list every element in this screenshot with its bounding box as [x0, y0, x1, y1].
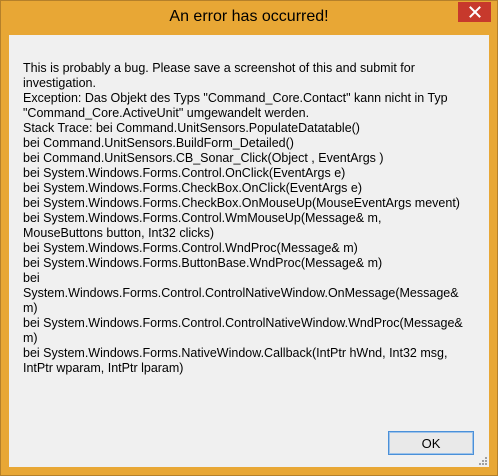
- ok-button[interactable]: OK: [388, 431, 474, 455]
- error-dialog-window: An error has occurred! This is probably …: [0, 0, 498, 476]
- message-line: bei System.Windows.Forms.ButtonBase.WndP…: [23, 256, 383, 270]
- message-line: bei System.Windows.Forms.Control.Control…: [23, 271, 459, 315]
- resize-grip-icon[interactable]: [478, 456, 488, 466]
- message-line: bei System.Windows.Forms.CheckBox.OnMous…: [23, 196, 460, 210]
- message-line: bei Command.UnitSensors.BuildForm_Detail…: [23, 136, 294, 150]
- message-line: bei Command.UnitSensors.CB_Sonar_Click(O…: [23, 151, 384, 165]
- message-line: bei System.Windows.Forms.CheckBox.OnClic…: [23, 181, 362, 195]
- message-line: bei System.Windows.Forms.Control.WmMouse…: [23, 211, 382, 240]
- message-line: Exception: Das Objekt des Typs "Command_…: [23, 91, 448, 120]
- message-line: bei System.Windows.Forms.Control.Control…: [23, 316, 463, 345]
- message-line: This is probably a bug. Please save a sc…: [23, 61, 415, 90]
- message-line: bei System.Windows.Forms.Control.OnClick…: [23, 166, 346, 180]
- error-message: This is probably a bug. Please save a sc…: [23, 61, 463, 376]
- dialog-client-area: This is probably a bug. Please save a sc…: [9, 35, 489, 467]
- title-bar[interactable]: An error has occurred!: [1, 1, 497, 35]
- message-line: bei System.Windows.Forms.Control.WndProc…: [23, 241, 358, 255]
- message-line: bei System.Windows.Forms.NativeWindow.Ca…: [23, 346, 448, 375]
- message-line: Stack Trace: bei Command.UnitSensors.Pop…: [23, 121, 360, 135]
- close-icon: [468, 6, 481, 18]
- close-button[interactable]: [458, 2, 491, 22]
- window-title: An error has occurred!: [169, 8, 329, 25]
